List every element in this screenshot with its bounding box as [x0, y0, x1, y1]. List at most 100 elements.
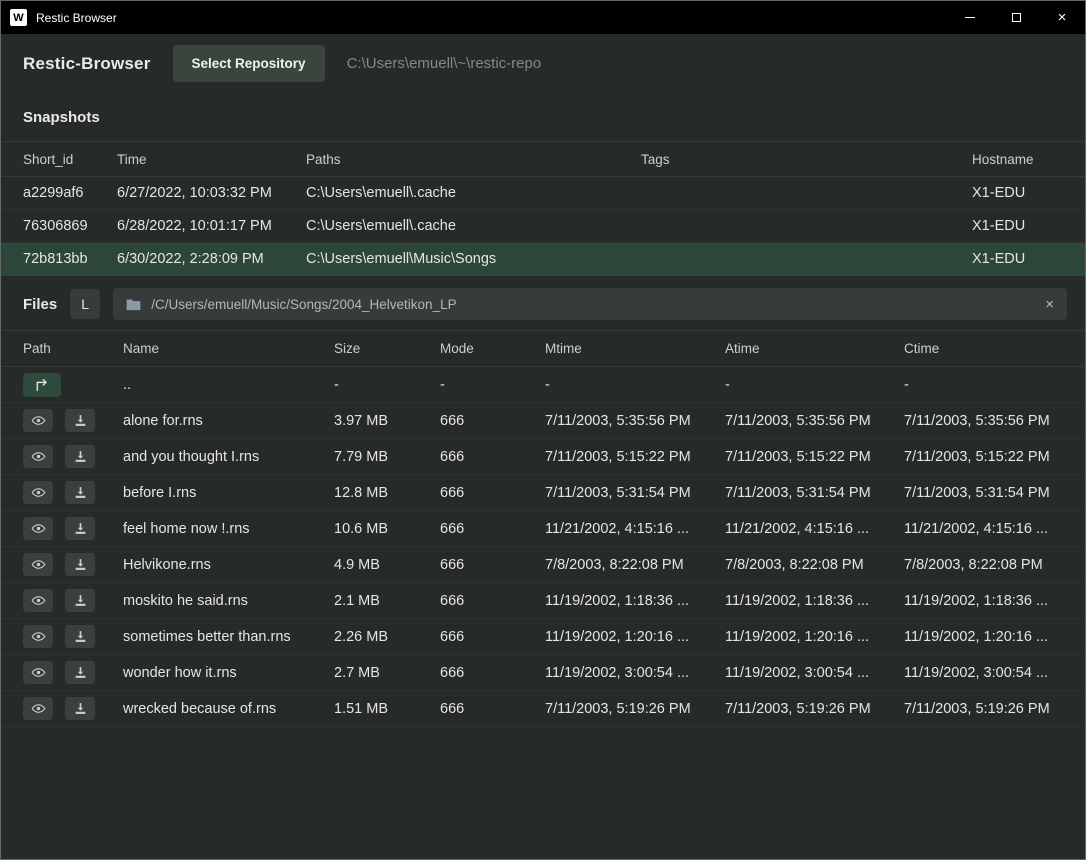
- maximize-button[interactable]: [993, 1, 1039, 34]
- close-button[interactable]: ×: [1039, 1, 1085, 34]
- file-mode: 666: [440, 701, 545, 717]
- file-atime: 11/21/2002, 4:15:16 ...: [725, 521, 904, 537]
- column-size: Size: [334, 341, 440, 356]
- go-up-button[interactable]: [23, 373, 61, 397]
- column-path: Path: [23, 341, 123, 356]
- preview-file-button[interactable]: [23, 697, 53, 720]
- file-mtime: 7/11/2003, 5:19:26 PM: [545, 701, 725, 717]
- current-path-input[interactable]: /C/Users/emuell/Music/Songs/2004_Helveti…: [113, 288, 1067, 320]
- parent-row-actions: [23, 373, 123, 397]
- snapshot-paths: C:\Users\emuell\Music\Songs: [306, 251, 641, 267]
- preview-file-button[interactable]: [23, 661, 53, 684]
- preview-file-button[interactable]: [23, 409, 53, 432]
- snapshot-short-id: a2299af6: [23, 185, 117, 201]
- file-ctime: -: [904, 377, 1067, 393]
- download-icon: [74, 666, 87, 679]
- folder-icon: [126, 298, 141, 311]
- column-tags: Tags: [641, 152, 972, 167]
- file-ctime: 11/19/2002, 1:18:36 ...: [904, 593, 1067, 609]
- download-icon: [74, 558, 87, 571]
- titlebar: W Restic Browser ×: [1, 1, 1085, 34]
- snapshot-row[interactable]: 76306869 6/28/2022, 10:01:17 PM C:\Users…: [1, 210, 1085, 243]
- column-mode: Mode: [440, 341, 545, 356]
- file-name: moskito he said.rns: [123, 593, 334, 609]
- snapshot-paths: C:\Users\emuell\.cache: [306, 185, 641, 201]
- list-mode-button[interactable]: L: [70, 289, 100, 319]
- file-atime: 11/19/2002, 3:00:54 ...: [725, 665, 904, 681]
- file-size: 10.6 MB: [334, 521, 440, 537]
- file-atime: 7/11/2003, 5:35:56 PM: [725, 413, 904, 429]
- file-size: 4.9 MB: [334, 557, 440, 573]
- clear-path-button[interactable]: ×: [1045, 297, 1054, 312]
- snapshot-hostname: X1-EDU: [972, 218, 1063, 234]
- preview-file-button[interactable]: [23, 553, 53, 576]
- download-file-button[interactable]: [65, 481, 95, 504]
- file-size: 2.7 MB: [334, 665, 440, 681]
- preview-file-button[interactable]: [23, 517, 53, 540]
- file-mode: 666: [440, 557, 545, 573]
- file-row[interactable]: Helvikone.rns 4.9 MB 666 7/8/2003, 8:22:…: [1, 547, 1085, 583]
- download-icon: [74, 594, 87, 607]
- file-ctime: 7/11/2003, 5:31:54 PM: [904, 485, 1067, 501]
- download-file-button[interactable]: [65, 697, 95, 720]
- file-row[interactable]: wonder how it.rns 2.7 MB 666 11/19/2002,…: [1, 655, 1085, 691]
- file-atime: 11/19/2002, 1:18:36 ...: [725, 593, 904, 609]
- download-icon: [74, 486, 87, 499]
- file-row[interactable]: feel home now !.rns 10.6 MB 666 11/21/20…: [1, 511, 1085, 547]
- eye-icon: [31, 666, 46, 679]
- preview-file-button[interactable]: [23, 481, 53, 504]
- snapshot-time: 6/30/2022, 2:28:09 PM: [117, 251, 306, 267]
- file-atime: 7/11/2003, 5:15:22 PM: [725, 449, 904, 465]
- column-hostname: Hostname: [972, 152, 1063, 167]
- file-ctime: 7/11/2003, 5:15:22 PM: [904, 449, 1067, 465]
- file-row[interactable]: and you thought I.rns 7.79 MB 666 7/11/2…: [1, 439, 1085, 475]
- download-file-button[interactable]: [65, 409, 95, 432]
- eye-icon: [31, 702, 46, 715]
- app-header: Restic-Browser Select Repository C:\User…: [1, 34, 1085, 93]
- eye-icon: [31, 486, 46, 499]
- column-time: Time: [117, 152, 306, 167]
- file-row[interactable]: alone for.rns 3.97 MB 666 7/11/2003, 5:3…: [1, 403, 1085, 439]
- file-actions: [23, 553, 123, 576]
- snapshots-table-body: a2299af6 6/27/2022, 10:03:32 PM C:\Users…: [1, 177, 1085, 276]
- app-window: W Restic Browser × Restic-Browser Select…: [0, 0, 1086, 860]
- preview-file-button[interactable]: [23, 625, 53, 648]
- eye-icon: [31, 414, 46, 427]
- files-table-header: Path Name Size Mode Mtime Atime Ctime: [1, 330, 1085, 367]
- file-actions: [23, 661, 123, 684]
- preview-file-button[interactable]: [23, 589, 53, 612]
- download-file-button[interactable]: [65, 517, 95, 540]
- preview-file-button[interactable]: [23, 445, 53, 468]
- file-row[interactable]: sometimes better than.rns 2.26 MB 666 11…: [1, 619, 1085, 655]
- download-icon: [74, 702, 87, 715]
- file-mtime: 11/19/2002, 1:18:36 ...: [545, 593, 725, 609]
- eye-icon: [31, 594, 46, 607]
- file-ctime: 11/19/2002, 1:20:16 ...: [904, 629, 1067, 645]
- snapshot-row[interactable]: a2299af6 6/27/2022, 10:03:32 PM C:\Users…: [1, 177, 1085, 210]
- download-file-button[interactable]: [65, 589, 95, 612]
- download-file-button[interactable]: [65, 625, 95, 648]
- column-name: Name: [123, 341, 334, 356]
- file-row[interactable]: before I.rns 12.8 MB 666 7/11/2003, 5:31…: [1, 475, 1085, 511]
- snapshot-row[interactable]: 72b813bb 6/30/2022, 2:28:09 PM C:\Users\…: [1, 243, 1085, 276]
- file-row[interactable]: wrecked because of.rns 1.51 MB 666 7/11/…: [1, 691, 1085, 727]
- file-mtime: 7/8/2003, 8:22:08 PM: [545, 557, 725, 573]
- files-table-body: alone for.rns 3.97 MB 666 7/11/2003, 5:3…: [1, 403, 1085, 727]
- column-short-id: Short_id: [23, 152, 117, 167]
- eye-icon: [31, 558, 46, 571]
- download-file-button[interactable]: [65, 553, 95, 576]
- file-mode: 666: [440, 413, 545, 429]
- parent-directory-row[interactable]: .. - - - - -: [1, 367, 1085, 403]
- files-heading: Files: [23, 296, 57, 313]
- file-name: and you thought I.rns: [123, 449, 334, 465]
- minimize-button[interactable]: [947, 1, 993, 34]
- download-icon: [74, 522, 87, 535]
- column-paths: Paths: [306, 152, 641, 167]
- file-mtime: 11/21/2002, 4:15:16 ...: [545, 521, 725, 537]
- file-actions: [23, 481, 123, 504]
- download-file-button[interactable]: [65, 661, 95, 684]
- file-row[interactable]: moskito he said.rns 2.1 MB 666 11/19/200…: [1, 583, 1085, 619]
- select-repository-button[interactable]: Select Repository: [173, 45, 325, 82]
- download-icon: [74, 630, 87, 643]
- download-file-button[interactable]: [65, 445, 95, 468]
